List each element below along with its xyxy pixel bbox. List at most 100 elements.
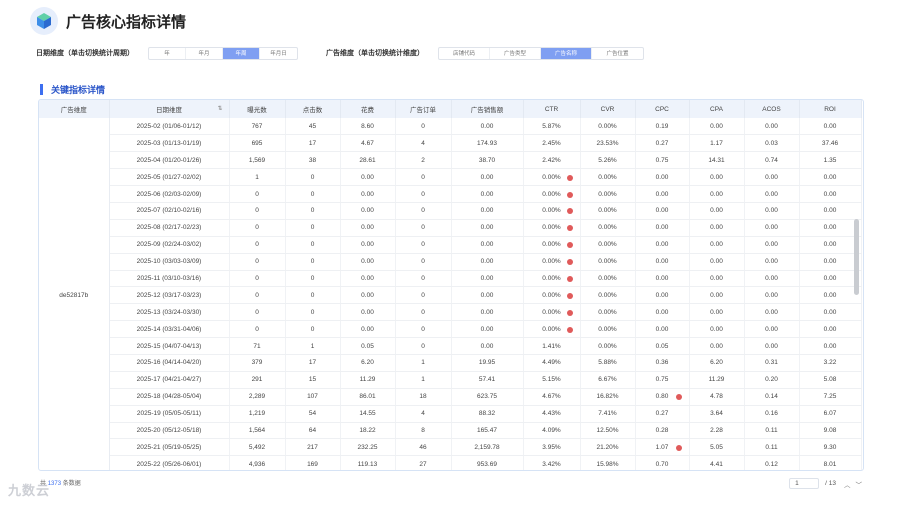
date-option-year-week[interactable]: 年周	[223, 47, 260, 59]
table-row[interactable]: 2025-14 (03/31-04/06) 0 0 0.00 0 0.00 0.00% 0.0…	[39, 320, 862, 339]
cell-date: 2025-15 (04/07-04/13)	[109, 337, 230, 355]
cell-cvr: 7.41%	[580, 405, 636, 423]
col-header-date-dimension[interactable]: 日期维度 ⇅	[109, 100, 230, 118]
cell-cvr-value: 0.00%	[598, 258, 617, 266]
cell-cvr-value: 12.50%	[596, 426, 619, 434]
alert-dot-icon	[566, 174, 573, 181]
cell-ad-orders: 4	[395, 134, 452, 153]
cell-ad-sales: 0.00	[451, 337, 524, 355]
ad-dimension-label: 广告维度（单击切换统计维度）	[326, 50, 424, 57]
cell-ad-sales-value: 0.00	[480, 122, 494, 130]
table-row[interactable]: 2025-17 (04/21-04/27) 291 15 11.29 1 57.41 5.1…	[39, 371, 862, 389]
cell-date: 2025-05 (01/27-02/02)	[109, 168, 230, 187]
cell-cpc-value: 0.00	[655, 325, 669, 333]
cell-cpa-value: 0.00	[710, 224, 723, 232]
cell-acos: 0.20	[744, 371, 800, 389]
table-row[interactable]: 2025-09 (02/24-03/02) 0 0 0.00 0 0.00 0.00% 0.0…	[39, 236, 862, 254]
table-row[interactable]: 2025-11 (03/10-03/16) 0 0 0.00 0 0.00 0.00% 0.0…	[39, 270, 862, 288]
table-row[interactable]: 2025-03 (01/13-01/19) 695 17 4.67 4 174.93 2.4…	[39, 134, 862, 153]
table-row[interactable]: 2025-20 (05/12-05/18) 1,564 64 18.22 8 165.47…	[39, 422, 862, 440]
cell-date-value: 2025-07 (02/10-02/16)	[136, 207, 202, 215]
cell-date: 2025-07 (02/10-02/16)	[109, 202, 230, 220]
cell-ad-sales-value: 19.95	[478, 359, 496, 367]
page-total: / 13	[825, 480, 836, 487]
ad-option-store-code[interactable]: 店铺代码	[439, 47, 490, 59]
cell-ad-orders-value: 0	[421, 207, 425, 215]
cell-cpc: 0.05	[635, 337, 690, 355]
cell-cvr-value: 5.26%	[598, 156, 617, 164]
cell-cvr: 0.00%	[580, 253, 636, 271]
cell-roi-value: 0.00	[823, 241, 837, 249]
cell-clicks: 169	[285, 455, 341, 470]
cell-roi: 1.35	[799, 151, 862, 170]
table-row[interactable]: 2025-07 (02/10-02/16) 0 0 0.00 0 0.00 0.00% 0.0…	[39, 202, 862, 220]
table-scrollbar[interactable]	[854, 219, 859, 295]
table-row[interactable]: 2025-15 (04/07-04/13) 71 1 0.05 0 0.00 1.41% 0.…	[39, 337, 862, 355]
cell-clicks: 0	[285, 185, 341, 203]
cell-roi-value: 8.01	[823, 460, 837, 468]
cell-cpc: 0.00	[635, 286, 690, 305]
table-row[interactable]: 2025-08 (02/17-02/23) 0 0 0.00 0 0.00 0.00% 0.0…	[39, 219, 862, 237]
col-header-clicks[interactable]: 点击数	[285, 100, 341, 118]
ad-option-ad-type[interactable]: 广告类型	[490, 47, 541, 59]
cell-ad-sales-value: 0.00	[480, 325, 494, 333]
cell-roi: 9.30	[799, 438, 862, 457]
date-option-year[interactable]: 年	[149, 47, 186, 59]
col-header-cpc[interactable]: CPC	[635, 100, 690, 118]
table-row[interactable]: 2025-16 (04/14-04/20) 379 17 6.20 1 19.95 4.49…	[39, 354, 862, 372]
cell-impressions: 0	[229, 236, 286, 254]
col-header-roi[interactable]: ROI	[799, 100, 862, 118]
col-header-acos[interactable]: ACOS	[744, 100, 800, 118]
col-header-ad-orders[interactable]: 广告订单	[395, 100, 452, 118]
page-down-icon[interactable]: ﹀	[856, 479, 863, 489]
table-row[interactable]: 2025-13 (03/24-03/30) 0 0 0.00 0 0.00 0.00% 0.0…	[39, 303, 862, 322]
col-header-ad-dimension[interactable]: 广告维度	[39, 100, 110, 118]
date-option-year-month-day[interactable]: 年月日	[260, 48, 297, 59]
table-row[interactable]: 2025-06 (02/03-02/09) 0 0 0.00 0 0.00 0.00% 0.0…	[39, 185, 862, 203]
cell-acos: 0.00	[744, 270, 800, 288]
col-header-cvr[interactable]: CVR	[580, 100, 636, 118]
cell-roi-value: 6.07	[823, 410, 837, 418]
cell-roi: 0.00	[799, 253, 862, 271]
table-row[interactable]: 2025-22 (05/26-06/01) 4,936 169 119.13 27 953…	[39, 455, 862, 470]
alert-dot-icon	[566, 276, 573, 283]
col-header-ctr[interactable]: CTR	[523, 100, 581, 118]
cell-cpa: 0.00	[689, 168, 745, 187]
cell-impressions: 0	[229, 270, 286, 288]
cell-cvr: 23.53%	[580, 134, 636, 153]
col-header-cpa[interactable]: CPA	[689, 100, 745, 118]
table-row[interactable]: 2025-18 (04/28-05/04) 2,289 107 86.01 18 623.…	[39, 388, 862, 406]
table-row[interactable]: 2025-05 (01/27-02/02) 1 0 0.00 0 0.00 0.00% 0.0…	[39, 168, 862, 187]
cell-date: 2025-14 (03/31-04/06)	[109, 320, 230, 339]
cell-cpa-value: 0.00	[710, 207, 723, 215]
cell-clicks-value: 1	[310, 342, 315, 350]
table-row[interactable]: 2025-04 (01/20-01/26) 1,569 38 28.61 2 38.70 2…	[39, 151, 862, 170]
cell-cpa-value: 3.64	[710, 410, 723, 418]
page-up-icon[interactable]: ︿	[844, 479, 851, 489]
date-option-year-month[interactable]: 年月	[186, 47, 223, 59]
table-row[interactable]: 2025-12 (03/17-03/23) 0 0 0.00 0 0.00 0.00% 0.0…	[39, 286, 862, 305]
ad-option-ad-position[interactable]: 广告位置	[592, 48, 643, 59]
ad-option-ad-name[interactable]: 广告名称	[541, 47, 592, 59]
table-row[interactable]: de52817b 2025-02 (01/06-01/12) 767 45 8.60 0 0…	[39, 118, 862, 470]
cell-ad-orders-value: 0	[421, 224, 425, 232]
cell-impressions: 2,289	[229, 388, 286, 406]
page-input[interactable]: 1	[789, 478, 820, 489]
cell-roi-value: 0.00	[823, 122, 837, 130]
cell-cpa: 5.05	[689, 438, 745, 457]
sort-icon[interactable]: ⇅	[217, 105, 222, 112]
cell-ad-sales: 0.00	[451, 202, 524, 220]
cell-ad-sales-value: 0.00	[480, 291, 494, 299]
cell-acos-value: 0.00	[765, 258, 778, 266]
col-header-ad-sales[interactable]: 广告销售额	[451, 100, 524, 118]
cell-date-value: 2025-22 (05/26-06/01)	[136, 460, 202, 468]
cell-ad-orders: 1	[395, 354, 452, 372]
col-header-impressions[interactable]: 曝光数	[229, 100, 286, 118]
cell-ctr: 5.15%	[523, 371, 581, 389]
col-header-cost[interactable]: 花费	[340, 100, 396, 118]
table-row[interactable]: 2025-21 (05/19-05/25) 5,492 217 232.25 46 2,1…	[39, 438, 862, 457]
cell-cost: 28.61	[340, 151, 396, 170]
table-row[interactable]: 2025-10 (03/03-03/09) 0 0 0.00 0 0.00 0.00% 0.0…	[39, 253, 862, 271]
cell-clicks: 107	[285, 388, 341, 406]
table-row[interactable]: 2025-19 (05/05-05/11) 1,219 54 14.55 4 88.32 4…	[39, 405, 862, 423]
